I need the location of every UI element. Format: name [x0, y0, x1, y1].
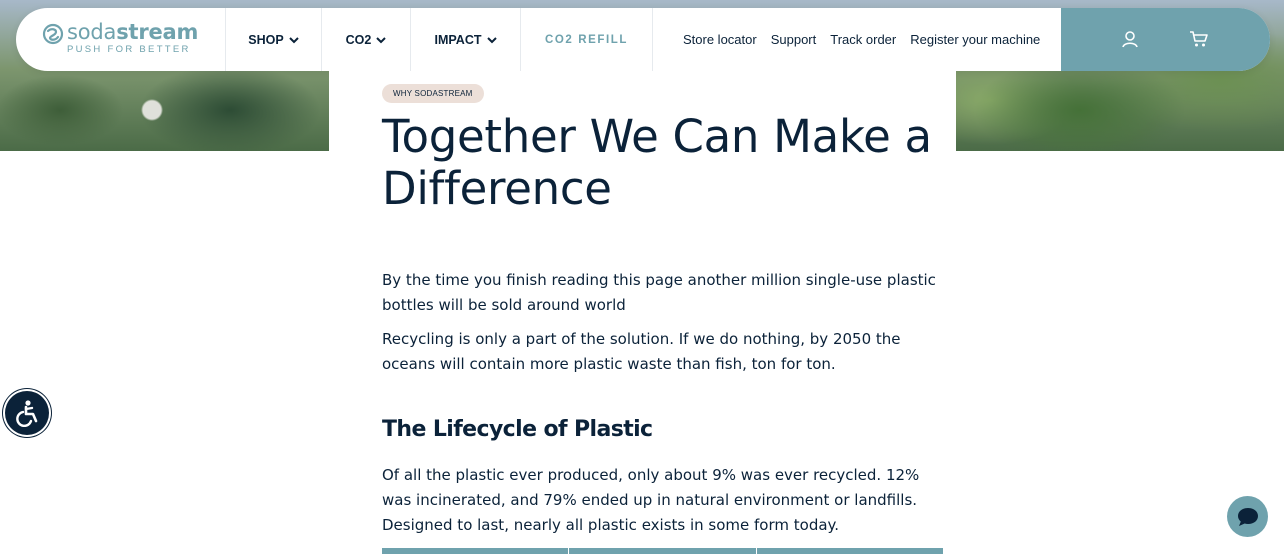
support-link[interactable]: Support	[771, 32, 817, 47]
account-cart-panel	[1061, 8, 1270, 71]
sodastream-logo[interactable]: sodastream PUSH FOR BETTER	[16, 8, 226, 71]
nav-shop[interactable]: SHOP	[226, 8, 322, 71]
recycling-paragraph: Recycling is only a part of the solution…	[382, 330, 901, 373]
store-locator-link[interactable]: Store locator	[683, 32, 757, 47]
article-content: WHY SODASTREAM Together We Can Make a Di…	[329, 71, 956, 554]
page-title: Together We Can Make a Difference	[382, 110, 932, 215]
chat-button[interactable]	[1227, 496, 1268, 537]
chevron-down-icon	[289, 36, 299, 43]
utility-links: Store locator Support Track order Regist…	[653, 8, 1054, 71]
nav-co2-refill-label: CO2 REFILL	[544, 33, 629, 46]
account-icon[interactable]	[1121, 30, 1139, 48]
main-navigation: sodastream PUSH FOR BETTER SHOP CO2 IMPA…	[16, 8, 1270, 71]
logo-wordmark-light: soda	[67, 20, 117, 44]
cart-icon[interactable]	[1189, 30, 1209, 48]
lifecycle-paragraph: Of all the plastic ever produced, only a…	[382, 466, 920, 534]
intro-paragraph: By the time you finish reading this page…	[382, 271, 936, 314]
track-order-link[interactable]: Track order	[830, 32, 896, 47]
data-table-header	[382, 548, 943, 554]
logo-wordmark-bold: stream	[116, 20, 199, 44]
table-header-cell	[569, 548, 757, 554]
logo-tagline: PUSH FOR BETTER	[67, 44, 191, 55]
chevron-down-icon	[376, 36, 387, 43]
nav-impact[interactable]: IMPACT	[411, 8, 521, 71]
accessibility-button[interactable]	[5, 391, 49, 435]
nav-impact-label: IMPACT	[434, 32, 482, 47]
logo-wordmark: sodastream	[67, 20, 198, 44]
nav-co2-refill[interactable]: CO2 REFILL	[521, 8, 653, 71]
table-header-cell	[757, 548, 943, 554]
nav-co2[interactable]: CO2	[322, 8, 411, 71]
category-badge[interactable]: WHY SODASTREAM	[382, 84, 484, 103]
logo-swirl-icon	[42, 23, 64, 45]
nav-co2-label: CO2	[345, 32, 372, 47]
accessibility-icon	[16, 400, 38, 427]
chevron-down-icon	[486, 36, 497, 43]
nav-shop-label: SHOP	[248, 32, 284, 47]
section-heading: The Lifecycle of Plastic	[382, 417, 653, 442]
register-machine-link[interactable]: Register your machine	[910, 32, 1040, 47]
table-header-cell	[382, 548, 570, 554]
chat-bubble-icon	[1238, 508, 1258, 526]
